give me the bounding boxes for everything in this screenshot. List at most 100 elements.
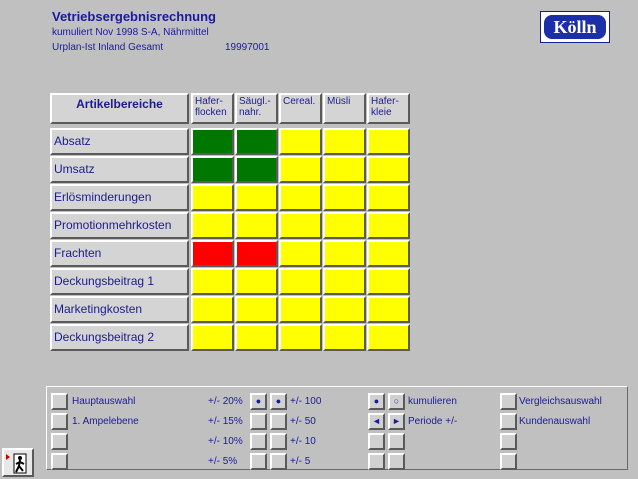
logo-text: Kölln: [544, 15, 606, 39]
column-header-2[interactable]: Cereal.: [279, 93, 322, 124]
row-label-7[interactable]: Deckungsbeitrag 2: [50, 324, 189, 351]
traffic-light-cell[interactable]: [279, 268, 322, 295]
traffic-light-cell[interactable]: [191, 212, 234, 239]
traffic-light-cell[interactable]: [323, 212, 366, 239]
traffic-light-cell[interactable]: [235, 212, 278, 239]
empty-button-3[interactable]: [368, 433, 385, 450]
cumulate-off-radio[interactable]: ○: [388, 393, 405, 410]
traffic-light-cell[interactable]: [191, 324, 234, 351]
row-label-5[interactable]: Deckungsbeitrag 1: [50, 268, 189, 295]
traffic-light-cell[interactable]: [235, 324, 278, 351]
customer-select-button[interactable]: [500, 413, 517, 430]
column-header-0[interactable]: Hafer-flocken: [191, 93, 234, 124]
traffic-light-cell[interactable]: [191, 296, 234, 323]
compare-select-label: Vergleichsauswahl: [519, 396, 602, 407]
exit-button[interactable]: [2, 448, 34, 477]
pct-15-label: +/- 15%: [208, 416, 243, 427]
abs-5-label: +/- 5: [290, 456, 311, 467]
traffic-light-cell[interactable]: [367, 324, 410, 351]
traffic-light-cell[interactable]: [323, 184, 366, 211]
traffic-light-cell[interactable]: [367, 184, 410, 211]
traffic-light-cell[interactable]: [235, 296, 278, 323]
radio-selected-icon: ●: [373, 396, 380, 406]
traffic-light-cell[interactable]: [367, 128, 410, 155]
pct-20-radio[interactable]: ●: [250, 393, 267, 410]
row-label-1[interactable]: Umsatz: [50, 156, 189, 183]
empty-button-7[interactable]: [500, 433, 517, 450]
traffic-light-cell[interactable]: [235, 156, 278, 183]
column-header-line1: Müsli: [327, 96, 351, 107]
column-header-4[interactable]: Hafer-kleie: [367, 93, 410, 124]
report-title: Vetriebsergebnisrechnung: [52, 9, 216, 24]
traffic-light-cell[interactable]: [367, 296, 410, 323]
traffic-light-cell[interactable]: [191, 184, 234, 211]
traffic-light-cell[interactable]: [279, 324, 322, 351]
empty-button-2[interactable]: [51, 453, 68, 470]
pct-10-label: +/- 10%: [208, 436, 243, 447]
empty-button-1[interactable]: [51, 433, 68, 450]
level-button[interactable]: [51, 413, 68, 430]
pct-10-radio[interactable]: [250, 433, 267, 450]
period-label: Periode +/-: [408, 416, 458, 427]
traffic-light-cell[interactable]: [367, 212, 410, 239]
pct-15-radio[interactable]: [250, 413, 267, 430]
column-header-line2: nahr.: [239, 107, 262, 118]
matrix-corner-label: Artikelbereiche: [76, 97, 163, 111]
empty-button-4[interactable]: [388, 433, 405, 450]
abs-10-radio[interactable]: [270, 433, 287, 450]
abs-50-radio[interactable]: [270, 413, 287, 430]
row-label-0[interactable]: Absatz: [50, 128, 189, 155]
abs-5-radio[interactable]: [270, 453, 287, 470]
empty-button-5[interactable]: [368, 453, 385, 470]
traffic-light-cell[interactable]: [323, 240, 366, 267]
level-label: 1. Ampelebene: [72, 416, 139, 427]
report-code: 19997001: [225, 42, 270, 53]
period-next-button[interactable]: ►: [388, 413, 405, 430]
traffic-light-cell[interactable]: [323, 324, 366, 351]
column-header-3[interactable]: Müsli: [323, 93, 366, 124]
traffic-light-cell[interactable]: [367, 268, 410, 295]
traffic-light-cell[interactable]: [191, 128, 234, 155]
traffic-light-cell[interactable]: [323, 268, 366, 295]
row-label-6[interactable]: Marketingkosten: [50, 296, 189, 323]
column-header-line1: Hafer-: [195, 96, 223, 107]
column-header-1[interactable]: Säugl.- nahr.: [235, 93, 278, 124]
empty-button-6[interactable]: [388, 453, 405, 470]
traffic-light-cell[interactable]: [191, 268, 234, 295]
pct-5-radio[interactable]: [250, 453, 267, 470]
period-prev-button[interactable]: ◄: [368, 413, 385, 430]
abs-100-radio[interactable]: ●: [270, 393, 287, 410]
door-exit-icon: [6, 453, 27, 474]
row-label-3[interactable]: Promotionmehrkosten: [50, 212, 189, 239]
traffic-light-cell[interactable]: [279, 184, 322, 211]
column-header-line2: kleie: [371, 107, 392, 118]
traffic-light-cell[interactable]: [367, 240, 410, 267]
traffic-light-cell[interactable]: [323, 296, 366, 323]
traffic-light-cell[interactable]: [235, 128, 278, 155]
traffic-light-cell[interactable]: [279, 240, 322, 267]
row-label-2[interactable]: Erlösminderungen: [50, 184, 189, 211]
compare-select-button[interactable]: [500, 393, 517, 410]
arrow-right-icon: ►: [392, 416, 401, 426]
traffic-light-cell[interactable]: [279, 212, 322, 239]
row-label-4[interactable]: Frachten: [50, 240, 189, 267]
traffic-light-cell[interactable]: [279, 156, 322, 183]
cumulate-label: kumulieren: [408, 396, 457, 407]
empty-button-8[interactable]: [500, 453, 517, 470]
radio-selected-icon: ●: [255, 396, 262, 406]
traffic-light-cell[interactable]: [191, 240, 234, 267]
traffic-light-cell[interactable]: [235, 184, 278, 211]
pct-20-label: +/- 20%: [208, 396, 243, 407]
traffic-light-cell[interactable]: [323, 156, 366, 183]
traffic-light-cell[interactable]: [235, 240, 278, 267]
traffic-light-cell[interactable]: [235, 268, 278, 295]
main-select-button[interactable]: [51, 393, 68, 410]
cumulate-on-radio[interactable]: ●: [368, 393, 385, 410]
traffic-light-cell[interactable]: [191, 156, 234, 183]
traffic-light-cell[interactable]: [279, 128, 322, 155]
main-select-label: Hauptauswahl: [72, 396, 136, 407]
report-scope: Urplan-Ist Inland Gesamt: [52, 42, 164, 53]
traffic-light-cell[interactable]: [323, 128, 366, 155]
traffic-light-cell[interactable]: [367, 156, 410, 183]
traffic-light-cell[interactable]: [279, 296, 322, 323]
